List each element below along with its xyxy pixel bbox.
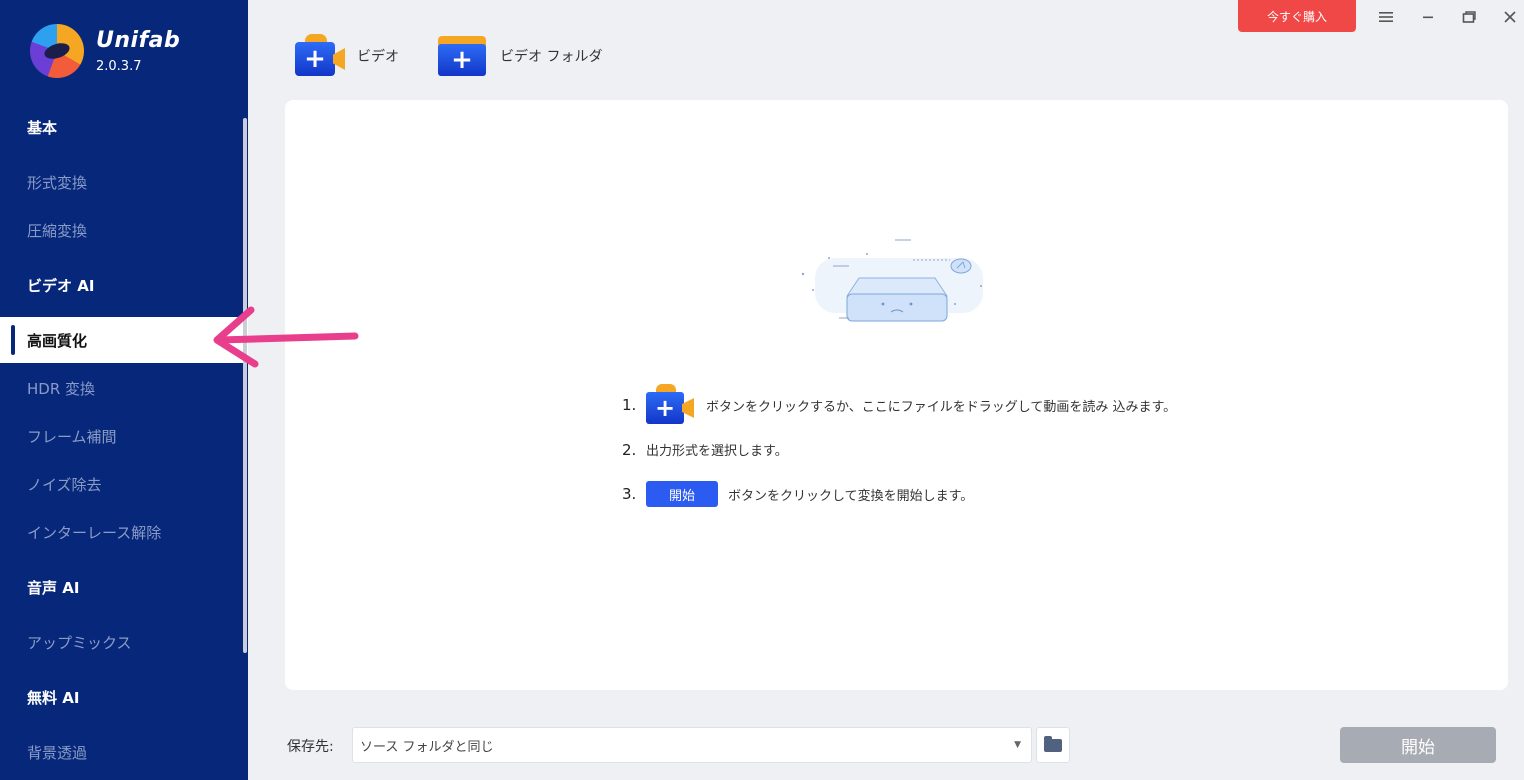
add-folder-icon: + bbox=[438, 34, 490, 78]
instruction-step-1: 1. + ボタンをクリックするか、ここにファイルをドラッグして動画を読み 込みま… bbox=[622, 384, 1176, 426]
start-button[interactable]: 開始 bbox=[1340, 727, 1496, 763]
step-text: ボタンをクリックするか、ここにファイルをドラッグして動画を読み 込みます。 bbox=[706, 399, 1177, 415]
sidebar-section-audio-ai: 音声 AI bbox=[27, 578, 80, 597]
add-video-icon: + bbox=[295, 34, 347, 78]
add-folder-button[interactable]: + ビデオ フォルダ bbox=[438, 34, 602, 78]
add-folder-label: ビデオ フォルダ bbox=[500, 49, 603, 65]
save-destination-label: 保存先: bbox=[287, 739, 334, 755]
sidebar: Unifab 2.0.3.7 基本 形式変換 圧縮変換 ビデオ AI 高画質化 … bbox=[0, 0, 248, 780]
instruction-step-3: 3. 開始 ボタンをクリックして変換を開始します。 bbox=[622, 481, 973, 507]
app-version: 2.0.3.7 bbox=[96, 59, 142, 74]
add-video-label: ビデオ bbox=[357, 49, 399, 65]
chevron-down-icon: ▼ bbox=[1014, 740, 1021, 750]
minimize-icon[interactable] bbox=[1416, 6, 1440, 28]
sidebar-item-upmix[interactable]: アップミックス bbox=[0, 619, 248, 665]
drop-zone-panel[interactable]: 1. + ボタンをクリックするか、ここにファイルをドラッグして動画を読み 込みま… bbox=[285, 100, 1508, 690]
instruction-step-2: 2. 出力形式を選択します。 bbox=[622, 440, 788, 460]
menu-icon[interactable] bbox=[1374, 6, 1398, 28]
sidebar-item-denoise[interactable]: ノイズ除去 bbox=[0, 461, 248, 507]
step-text: ボタンをクリックして変換を開始します。 bbox=[728, 488, 974, 504]
add-video-button[interactable]: + ビデオ bbox=[295, 34, 399, 78]
app-name: Unifab bbox=[96, 28, 181, 53]
step-text: 出力形式を選択します。 bbox=[646, 444, 788, 459]
start-chip: 開始 bbox=[646, 481, 718, 507]
step-number: 1. bbox=[622, 396, 637, 414]
folder-icon bbox=[1044, 735, 1062, 752]
restore-icon[interactable] bbox=[1457, 6, 1481, 28]
app-logo: Unifab 2.0.3.7 bbox=[30, 24, 180, 78]
unifab-logo-icon bbox=[30, 24, 84, 78]
save-destination-value: ソース フォルダと同じ bbox=[360, 739, 494, 755]
sidebar-item-format-convert[interactable]: 形式変換 bbox=[0, 159, 248, 205]
save-destination-select[interactable]: ソース フォルダと同じ ▼ bbox=[352, 727, 1032, 763]
sidebar-item-bg-remove[interactable]: 背景透過 bbox=[0, 729, 248, 775]
sidebar-section-free-ai: 無料 AI bbox=[27, 688, 80, 707]
add-video-mini-icon: + bbox=[646, 384, 696, 426]
sidebar-item-frame-interp[interactable]: フレーム補間 bbox=[0, 413, 248, 459]
sidebar-item-deinterlace[interactable]: インターレース解除 bbox=[0, 509, 248, 555]
buy-now-button[interactable]: 今すぐ購入 bbox=[1238, 0, 1356, 32]
browse-folder-button[interactable] bbox=[1036, 727, 1070, 763]
sidebar-section-basic: 基本 bbox=[27, 118, 58, 137]
sidebar-item-compress[interactable]: 圧縮変換 bbox=[0, 207, 248, 253]
close-icon[interactable] bbox=[1498, 6, 1522, 28]
step-number: 2. bbox=[622, 440, 637, 459]
annotation-arrow-icon bbox=[213, 306, 359, 368]
sidebar-scrollbar[interactable] bbox=[243, 118, 247, 653]
step-number: 3. bbox=[622, 485, 637, 503]
sidebar-item-hdr[interactable]: HDR 変換 bbox=[0, 365, 248, 411]
empty-box-illustration bbox=[801, 239, 983, 322]
